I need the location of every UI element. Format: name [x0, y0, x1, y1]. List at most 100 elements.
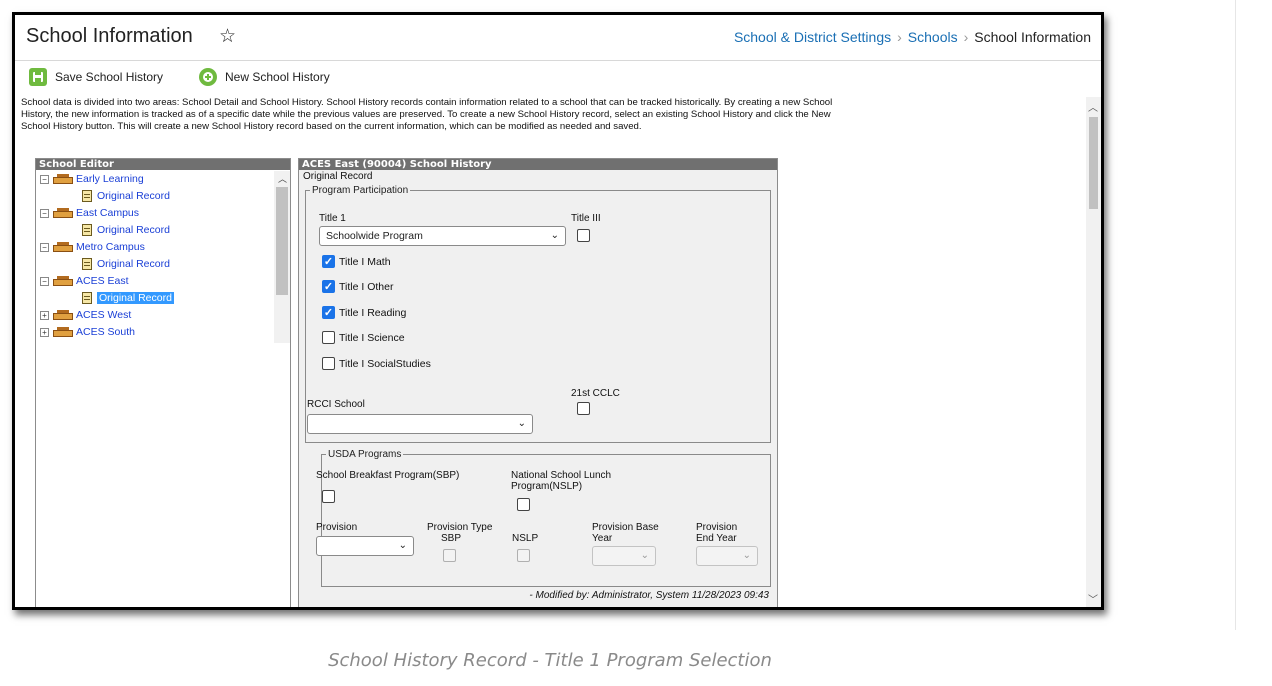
title1-other-label: Title I Other: [339, 280, 394, 293]
tree-school-label[interactable]: Early Learning: [76, 173, 144, 185]
breadcrumb-current: School Information: [974, 29, 1091, 45]
provision-end-year-select[interactable]: ⌄: [696, 546, 758, 566]
app-window: School Information ☆ School & District S…: [12, 12, 1104, 610]
tree-school-label[interactable]: East Campus: [76, 207, 139, 219]
record-icon: [82, 258, 92, 270]
school-history-subtitle: Original Record: [303, 171, 373, 182]
tree-item-school[interactable]: − East Campus: [40, 205, 139, 221]
title1-socialstudies-checkbox-row[interactable]: Title I SocialStudies: [322, 357, 431, 370]
tree-item-record[interactable]: Original Record: [82, 188, 170, 204]
provision-end-year-label-line1: Provision: [696, 522, 738, 533]
sbp-label: School Breakfast Program(SBP): [316, 470, 460, 481]
school-history-title: ACES East (90004) School History: [299, 159, 777, 170]
provision-select[interactable]: ⌄: [316, 536, 414, 556]
usda-programs-group: USDA Programs School Breakfast Program(S…: [316, 449, 771, 587]
content-scrollbar[interactable]: ︿ ﹀: [1086, 97, 1101, 607]
school-icon: [53, 276, 73, 286]
tree-record-label[interactable]: Original Record: [97, 258, 170, 270]
scroll-up-icon[interactable]: ︿: [1088, 99, 1098, 114]
tree-item-school[interactable]: − Early Learning: [40, 171, 144, 187]
rcci-select[interactable]: ⌄: [307, 414, 533, 434]
breadcrumb-link-settings[interactable]: School & District Settings: [734, 29, 891, 45]
record-icon: [82, 224, 92, 236]
usda-programs-legend: USDA Programs: [328, 449, 402, 460]
breadcrumb: School & District Settings › Schools › Schoo…: [734, 29, 1091, 45]
nslp-label-line2: Program(NSLP): [511, 481, 583, 492]
title1-math-checkbox[interactable]: ✓: [322, 255, 335, 268]
tree-scrollbar[interactable]: ︿: [274, 171, 290, 343]
scroll-up-icon[interactable]: ︿: [278, 172, 287, 185]
title1-math-label: Title I Math: [339, 255, 391, 268]
action-toolbar: Save School History New School History: [15, 61, 1101, 91]
page-title: School Information: [26, 25, 193, 47]
chevron-right-icon: ›: [963, 29, 969, 45]
title1-math-checkbox-row[interactable]: ✓ Title I Math: [322, 255, 391, 268]
provision-base-year-select[interactable]: ⌄: [592, 546, 656, 566]
chevron-right-icon: ›: [897, 29, 902, 45]
tree-school-label[interactable]: Metro Campus: [76, 241, 145, 253]
collapse-icon[interactable]: −: [40, 276, 49, 286]
provision-type-nslp-label: NSLP: [512, 533, 539, 544]
scrollbar-thumb[interactable]: [1089, 117, 1098, 209]
tree-item-record[interactable]: Original Record: [82, 256, 170, 272]
provision-type-sbp-checkbox[interactable]: [443, 549, 456, 562]
tree-item-school[interactable]: − Metro Campus: [40, 239, 145, 255]
title1-science-checkbox[interactable]: [322, 331, 335, 344]
title1-socialstudies-label: Title I SocialStudies: [339, 357, 431, 370]
save-school-history-label: Save School History: [55, 70, 164, 84]
expand-icon[interactable]: +: [40, 310, 49, 320]
provision-type-label: Provision Type: [427, 522, 493, 533]
save-icon: [29, 68, 47, 86]
program-participation-legend: Program Participation: [312, 185, 409, 196]
collapse-icon[interactable]: −: [40, 174, 49, 184]
breadcrumb-link-schools[interactable]: Schools: [908, 29, 958, 45]
tree-item-school[interactable]: − ACES East: [40, 273, 129, 289]
tree-record-label[interactable]: Original Record: [97, 190, 170, 202]
title1-science-checkbox-row[interactable]: Title I Science: [322, 331, 405, 344]
tree-record-label[interactable]: Original Record: [97, 292, 174, 304]
nslp-checkbox[interactable]: [517, 498, 530, 511]
add-icon: [199, 68, 217, 86]
school-icon: [53, 310, 73, 320]
provision-base-year-label-line1: Provision Base: [592, 522, 659, 533]
title1-other-checkbox[interactable]: ✓: [322, 280, 335, 293]
scroll-down-icon[interactable]: ﹀: [1088, 591, 1098, 606]
provision-base-year-label-line2: Year: [592, 533, 613, 544]
collapse-icon[interactable]: −: [40, 208, 49, 218]
title1-select[interactable]: Schoolwide Program ⌄: [319, 226, 566, 246]
school-editor-panel: School Editor − Early Learning Original …: [35, 158, 291, 607]
title1-other-checkbox-row[interactable]: ✓ Title I Other: [322, 280, 393, 293]
expand-icon[interactable]: +: [40, 327, 49, 337]
save-school-history-button[interactable]: Save School History: [29, 67, 163, 87]
tree-item-record-selected[interactable]: Original Record: [82, 290, 174, 306]
title1-socialstudies-checkbox[interactable]: [322, 357, 335, 370]
school-icon: [53, 327, 73, 337]
provision-type-sbp-label: SBP: [441, 533, 462, 544]
tree-school-label[interactable]: ACES East: [76, 275, 129, 287]
page-divider: [1235, 0, 1236, 630]
school-history-panel: ACES East (90004) School History Origina…: [298, 158, 778, 607]
scrollbar-thumb[interactable]: [276, 187, 288, 295]
tree-school-label[interactable]: ACES West: [76, 309, 131, 321]
title1-reading-checkbox[interactable]: ✓: [322, 306, 335, 319]
school-editor-title: School Editor: [36, 159, 290, 170]
tree-item-record[interactable]: Original Record: [82, 222, 170, 238]
tree-item-school[interactable]: + ACES South: [40, 324, 135, 340]
title1-reading-checkbox-row[interactable]: ✓ Title I Reading: [322, 306, 406, 319]
figure-caption: School History Record - Title 1 Program …: [328, 650, 772, 671]
favorite-star-icon[interactable]: ☆: [219, 25, 236, 48]
tree-record-label[interactable]: Original Record: [97, 224, 170, 236]
school-icon: [53, 174, 73, 184]
page-header: School Information ☆ School & District S…: [15, 15, 1101, 61]
title1-reading-label: Title I Reading: [339, 306, 407, 319]
title1-selected-value: Schoolwide Program: [326, 230, 423, 242]
new-school-history-button[interactable]: New School History: [199, 67, 330, 87]
cclc-checkbox[interactable]: [577, 402, 590, 415]
collapse-icon[interactable]: −: [40, 242, 49, 252]
modified-by-text: - Modified by: Administrator, System 11/…: [529, 590, 769, 601]
title3-checkbox[interactable]: [577, 229, 590, 242]
tree-item-school[interactable]: + ACES West: [40, 307, 131, 323]
sbp-checkbox[interactable]: [322, 490, 335, 503]
tree-school-label[interactable]: ACES South: [76, 326, 135, 338]
provision-type-nslp-checkbox[interactable]: [517, 549, 530, 562]
